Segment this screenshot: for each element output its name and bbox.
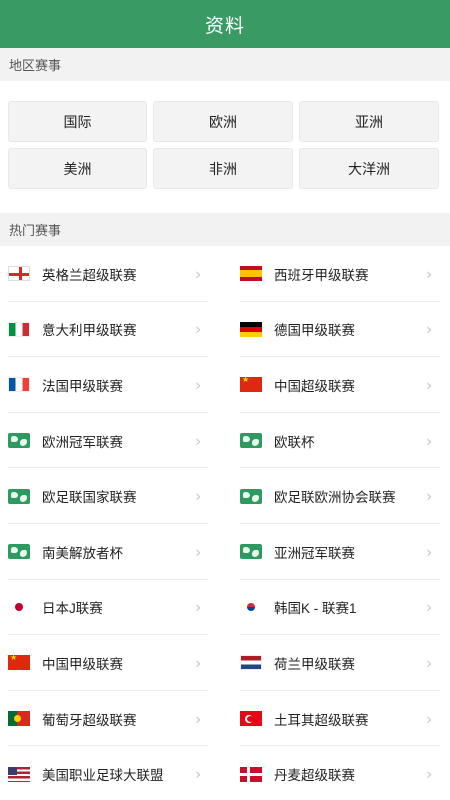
league-name: 韩国K - 联赛1	[274, 601, 357, 617]
region-button-asia[interactable]: 亚洲	[299, 101, 439, 142]
league-list-item[interactable]: 西班牙甲级联赛 ›	[0, 246, 450, 302]
chevron-right-icon: ›	[426, 375, 433, 395]
world-map-icon	[240, 488, 262, 504]
region-button-international[interactable]: 国际	[8, 101, 147, 142]
league-name: 土耳其超级联赛	[274, 712, 369, 728]
denmark-flag-icon	[240, 766, 262, 782]
page-title: 资料	[204, 15, 245, 37]
league-name: 西班牙甲级联赛	[274, 267, 369, 283]
chevron-right-icon: ›	[426, 597, 433, 617]
league-list-item[interactable]: 中国超级联赛 ›	[0, 357, 450, 413]
league-name: 中国超级联赛	[274, 378, 355, 394]
region-button-americas[interactable]: 美洲	[8, 148, 147, 189]
turkey-flag-icon	[240, 711, 262, 727]
league-list-item[interactable]: 丹麦超级联赛 ›	[0, 746, 450, 800]
league-name: 欧联杯	[274, 434, 315, 450]
league-list-item[interactable]: 荷兰甲级联赛 ›	[0, 635, 450, 691]
league-list-item[interactable]: 亚洲冠军联赛 ›	[0, 524, 450, 580]
netherlands-flag-icon	[240, 655, 262, 671]
korea-flag-icon	[240, 599, 262, 615]
league-list-item[interactable]: 欧联杯 ›	[0, 413, 450, 469]
region-section-title: 地区赛事	[0, 48, 450, 81]
region-button-africa[interactable]: 非洲	[153, 148, 293, 189]
world-map-icon	[240, 433, 262, 449]
league-name: 欧足联欧洲协会联赛	[274, 490, 396, 506]
league-list-item[interactable]: 德国甲级联赛 ›	[0, 302, 450, 358]
league-list-item[interactable]: 土耳其超级联赛 ›	[0, 691, 450, 747]
world-map-icon	[240, 544, 262, 560]
region-section-label: 地区赛事	[9, 58, 62, 73]
league-list: 英格兰超级联赛›西班牙甲级联赛›意大利甲级联赛›德国甲级联赛›法国甲级联赛›中国…	[0, 246, 450, 800]
league-name: 荷兰甲级联赛	[274, 656, 355, 672]
spain-flag-icon	[240, 266, 262, 282]
region-button-oceania[interactable]: 大洋洲	[299, 148, 439, 189]
league-name: 亚洲冠军联赛	[274, 545, 355, 561]
chevron-right-icon: ›	[426, 319, 433, 339]
league-name: 德国甲级联赛	[274, 323, 355, 339]
germany-flag-icon	[240, 321, 262, 337]
chevron-right-icon: ›	[426, 431, 433, 451]
league-name: 丹麦超级联赛	[274, 768, 355, 784]
chevron-right-icon: ›	[426, 653, 433, 673]
league-list-item[interactable]: 欧足联欧洲协会联赛 ›	[0, 468, 450, 524]
league-list-item[interactable]: 韩国K - 联赛1 ›	[0, 580, 450, 636]
chevron-right-icon: ›	[426, 764, 433, 784]
hot-section-label: 热门赛事	[9, 223, 62, 238]
chevron-right-icon: ›	[426, 542, 433, 562]
chevron-right-icon: ›	[426, 709, 433, 729]
region-button-grid: 国际 欧洲 亚洲 美洲 非洲 大洋洲	[8, 101, 439, 189]
chevron-right-icon: ›	[426, 264, 433, 284]
chevron-right-icon: ›	[426, 486, 433, 506]
china-flag-icon	[240, 377, 262, 393]
region-button-europe[interactable]: 欧洲	[153, 101, 293, 142]
hot-section-title: 热门赛事	[0, 213, 450, 246]
app-header: 资料	[0, 0, 450, 48]
